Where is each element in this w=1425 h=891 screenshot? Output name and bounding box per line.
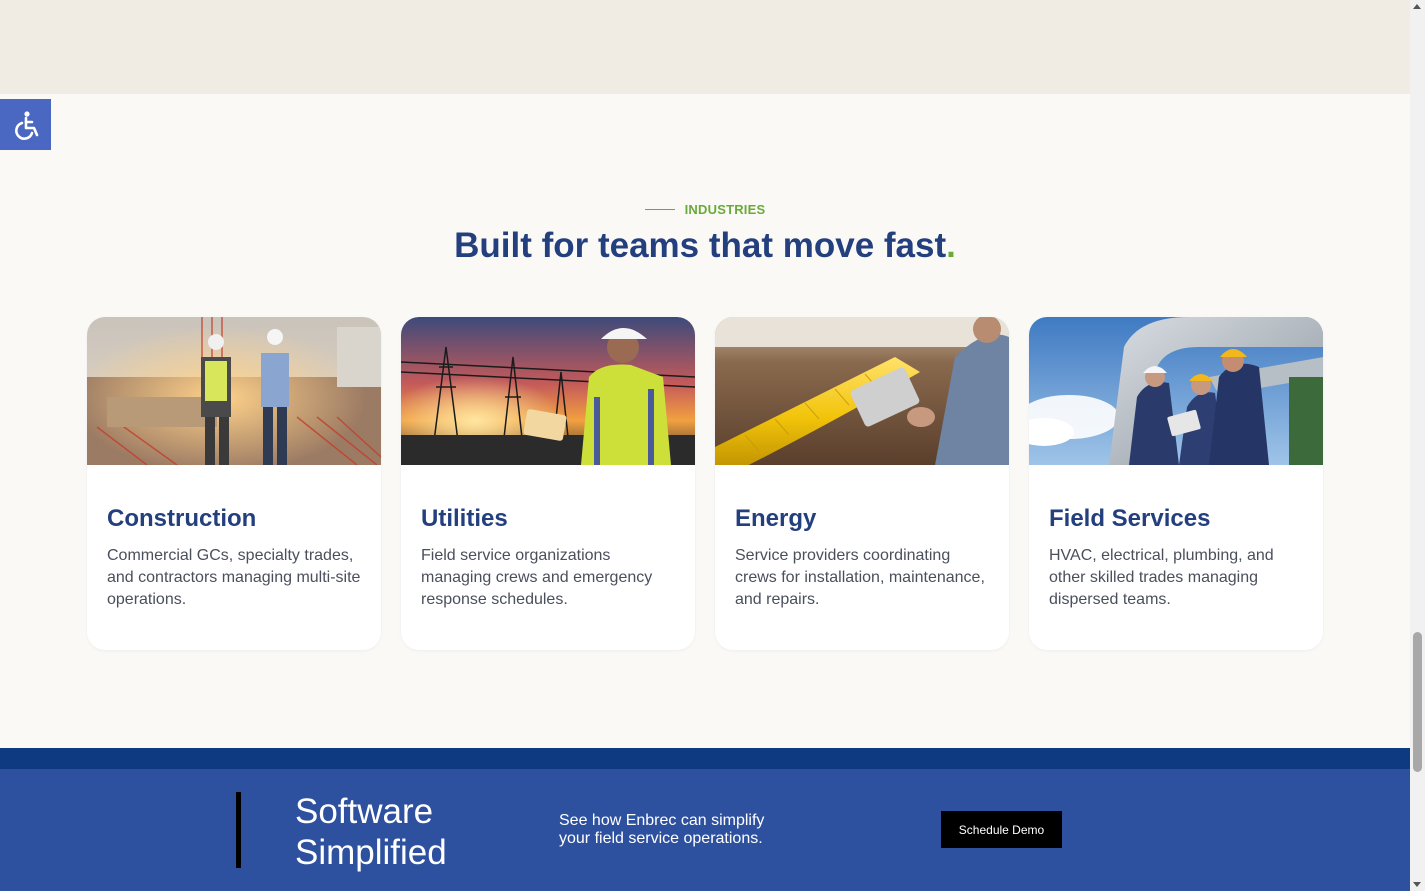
scroll-down-icon[interactable] (1413, 882, 1421, 887)
card-description: Field service organizations managing cre… (421, 547, 653, 608)
top-section-band (0, 0, 1410, 94)
wheelchair-icon (14, 110, 38, 140)
headline-dot: . (946, 226, 956, 265)
card-description: Commercial GCs, specialty trades, and co… (107, 547, 361, 608)
utility-worker-sunset-photo (401, 317, 695, 465)
card-title: Construction (107, 505, 257, 532)
industry-card-construction[interactable]: Construction Commercial GCs, specialty t… (87, 317, 381, 650)
scroll-up-icon[interactable] (1413, 4, 1421, 9)
eyebrow-line (644, 209, 675, 210)
cta-brand: Software Simplified (295, 792, 447, 872)
card-title: Utilities (421, 505, 508, 532)
construction-site-photo (87, 317, 381, 465)
industry-card-energy[interactable]: Energy Service providers coordinating cr… (715, 317, 1009, 650)
headline-text: Built for teams that move fast (454, 226, 947, 265)
industry-cards: Construction Commercial GCs, specialty t… (87, 317, 1324, 650)
cta-copy: See how Enbrec can simplify your field s… (559, 812, 765, 847)
card-description: HVAC, electrical, plumbing, and other sk… (1049, 547, 1274, 608)
section-headline: Built for teams that move fast. (0, 226, 1410, 266)
scrollbar-thumb[interactable] (1413, 632, 1422, 772)
cta-section: Software Simplified See how Enbrec can s… (0, 769, 1410, 891)
card-description: Service providers coordinating crews for… (735, 547, 985, 608)
cta-top-stripe (0, 748, 1410, 769)
page-scrollbar[interactable] (1410, 0, 1425, 891)
industry-card-field-services[interactable]: Field Services HVAC, electrical, plumbin… (1029, 317, 1323, 650)
accessibility-button[interactable] (0, 99, 51, 150)
technicians-pipes-photo (1029, 317, 1323, 465)
industry-card-utilities[interactable]: Utilities Field service organizations ma… (401, 317, 695, 650)
card-title: Field Services (1049, 505, 1211, 532)
schedule-demo-button[interactable]: Schedule Demo (941, 811, 1062, 848)
gas-pipeline-tablet-photo (715, 317, 1009, 465)
eyebrow-label: INDUSTRIES (684, 202, 766, 217)
card-title: Energy (735, 505, 817, 532)
section-eyebrow: INDUSTRIES (0, 202, 1410, 217)
cta-divider-bar (236, 792, 241, 868)
